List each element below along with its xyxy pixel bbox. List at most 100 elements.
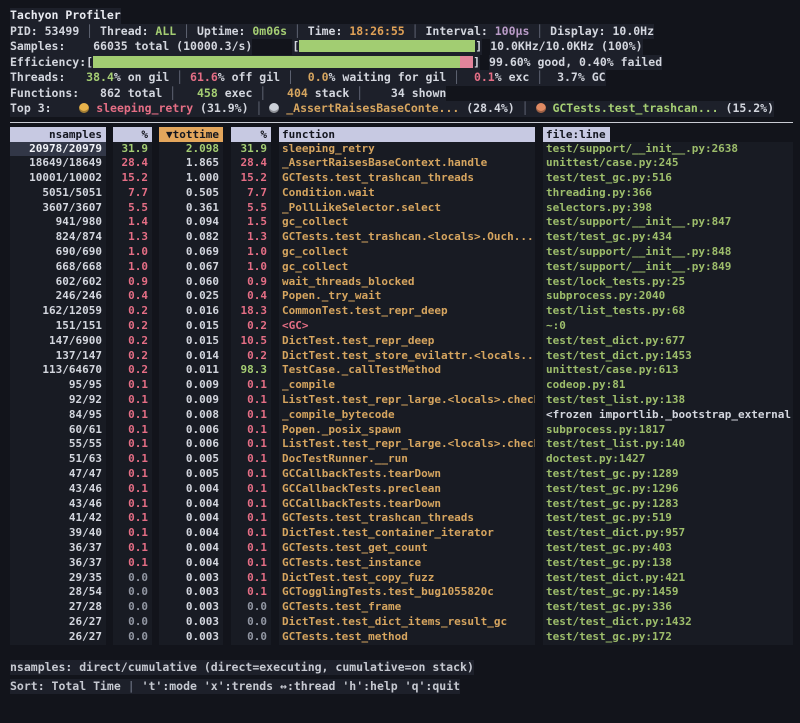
tottime-cell: 0.005 bbox=[159, 467, 223, 482]
table-row[interactable]: 43/460.10.0040.1GCCallbackTests.preclean… bbox=[10, 482, 800, 497]
file-line-cell: test/test_gc.py:1459 bbox=[543, 585, 793, 600]
nsamples-cell: 43/46 bbox=[10, 482, 106, 497]
table-row[interactable]: 26/270.00.0030.0DictTest.test_dict_items… bbox=[10, 615, 800, 630]
column-header-fl[interactable]: file:line bbox=[543, 127, 793, 142]
table-row[interactable]: 113/646700.20.01198.3TestCase._callTestM… bbox=[10, 363, 800, 378]
label: % GC bbox=[578, 70, 606, 84]
direct-pct-cell: 0.1 bbox=[113, 423, 152, 438]
table-row[interactable]: 10001/1000215.21.00015.2GCTests.test_tra… bbox=[10, 171, 800, 186]
functions-status: Functions: 862 total │ 458 exec │ 404 st… bbox=[10, 86, 446, 102]
table-row[interactable]: 147/69000.20.01510.5DictTest.test_repr_d… bbox=[10, 334, 800, 349]
table-row[interactable]: 3607/36075.50.3615.5_PollLikeSelector.se… bbox=[10, 201, 800, 216]
interval-value: 100µs bbox=[495, 24, 530, 38]
table-row[interactable]: 26/270.00.0030.0GCTests.test_methodtest/… bbox=[10, 630, 800, 645]
nsamples-cell: 20978/20979 bbox=[10, 142, 106, 157]
column-header-fn[interactable]: function bbox=[279, 127, 535, 142]
table-row[interactable]: 29/350.00.0030.1DictTest.test_copy_fuzzt… bbox=[10, 571, 800, 586]
status-line-top3: Top 3: sleeping_retry (31.9%) │ _AssertR… bbox=[10, 101, 800, 117]
cumulative-pct-cell: 0.2 bbox=[231, 349, 271, 364]
cumulative-pct-cell: 0.1 bbox=[231, 497, 271, 512]
tottime-cell: 0.004 bbox=[159, 526, 223, 541]
table-row[interactable]: 18649/1864928.41.86528.4_AssertRaisesBas… bbox=[10, 156, 800, 171]
tottime-cell: 0.004 bbox=[159, 497, 223, 512]
file-line-cell: test/test_dict.py:957 bbox=[543, 526, 793, 541]
table-row[interactable]: 92/920.10.0090.1ListTest.test_repr_large… bbox=[10, 393, 800, 408]
cumulative-pct-cell: 1.5 bbox=[231, 215, 271, 230]
direct-pct-cell: 0.0 bbox=[113, 600, 152, 615]
tachyon-profiler-window: Tachyon Profiler PID: 53499 │ Thread: AL… bbox=[0, 0, 800, 723]
table-row[interactable]: 28/540.00.0030.1GCTogglingTests.test_bug… bbox=[10, 585, 800, 600]
nsamples-cell: 18649/18649 bbox=[10, 156, 106, 171]
cumulative-pct-cell: 0.1 bbox=[231, 378, 271, 393]
tottime-cell: 0.003 bbox=[159, 600, 223, 615]
table-row[interactable]: 137/1470.20.0140.2DictTest.test_store_ev… bbox=[10, 349, 800, 364]
function-cell: GCTogglingTests.test_bug1055820c bbox=[279, 585, 535, 600]
column-header-p1[interactable]: % bbox=[113, 127, 152, 142]
file-line-cell: unittest/case.py:245 bbox=[543, 156, 793, 171]
function-cell: ListTest.test_repr_large.<locals>.check bbox=[279, 393, 535, 408]
tottime-cell: 0.025 bbox=[159, 289, 223, 304]
table-row[interactable]: 84/950.10.0080.1_compile_bytecode<frozen… bbox=[10, 408, 800, 423]
column-header-p2[interactable]: % bbox=[231, 127, 271, 142]
table-row[interactable]: 602/6020.90.0600.9wait_threads_blockedte… bbox=[10, 275, 800, 290]
direct-pct-cell: 0.2 bbox=[113, 319, 152, 334]
table-row[interactable]: 668/6681.00.0671.0gc_collecttest/support… bbox=[10, 260, 800, 275]
table-row[interactable]: 43/460.10.0040.1GCCallbackTests.tearDown… bbox=[10, 497, 800, 512]
table-row[interactable]: 41/420.10.0040.1GCTests.test_trashcan_th… bbox=[10, 511, 800, 526]
direct-pct-cell: 0.1 bbox=[113, 511, 152, 526]
table-row[interactable]: 51/630.10.0050.1DocTestRunner.__rundocte… bbox=[10, 452, 800, 467]
direct-pct-cell: 0.1 bbox=[113, 497, 152, 512]
file-line-cell: test/test_gc.py:519 bbox=[543, 511, 793, 526]
file-line-cell: test/test_gc.py:434 bbox=[543, 230, 793, 245]
table-row[interactable]: 36/370.10.0040.1GCTests.test_get_countte… bbox=[10, 541, 800, 556]
threads-status: Threads: 38.4% on gil │ 61.6% off gil │ … bbox=[10, 70, 606, 86]
label: Time: bbox=[308, 24, 350, 38]
cumulative-pct-cell: 0.1 bbox=[231, 393, 271, 408]
table-row[interactable]: 36/370.10.0040.1GCTests.test_instancetes… bbox=[10, 556, 800, 571]
direct-pct-cell: 1.0 bbox=[113, 245, 152, 260]
sorted-column-header-tt[interactable]: ▼tottime bbox=[159, 127, 223, 142]
cumulative-pct-cell: 5.5 bbox=[231, 201, 271, 216]
file-line-cell: test/test_gc.py:138 bbox=[543, 556, 793, 571]
nsamples-cell: 10001/10002 bbox=[10, 171, 106, 186]
cumulative-pct-cell: 31.9 bbox=[231, 142, 271, 157]
status-line-threads: Threads: 38.4% on gil │ 61.6% off gil │ … bbox=[10, 70, 800, 86]
label: ] bbox=[475, 39, 482, 53]
cumulative-pct-cell: 15.2 bbox=[231, 171, 271, 186]
table-row[interactable]: 20978/2097931.92.09831.9sleeping_retryte… bbox=[10, 142, 800, 157]
column-header-ns[interactable]: nsamples bbox=[10, 127, 106, 142]
nsamples-cell: 690/690 bbox=[10, 245, 106, 260]
table-row[interactable]: 47/470.10.0050.1GCCallbackTests.tearDown… bbox=[10, 467, 800, 482]
cumulative-pct-cell: 0.0 bbox=[231, 630, 271, 645]
samples-total: 66035 total (10000.3/s) bbox=[93, 39, 252, 53]
table-body[interactable]: 20978/2097931.92.09831.9sleeping_retryte… bbox=[10, 142, 800, 645]
footer-keys-line: Sort: Total Time | 't':mode 'x':trends ↔… bbox=[10, 677, 800, 696]
efficiency-bar bbox=[93, 56, 473, 68]
function-cell: DictTest.test_container_iterator bbox=[279, 526, 535, 541]
table-row[interactable]: 162/120590.20.01618.3CommonTest.test_rep… bbox=[10, 304, 800, 319]
function-cell: GCCallbackTests.preclean bbox=[279, 482, 535, 497]
table-row[interactable]: 941/9801.40.0941.5gc_collecttest/support… bbox=[10, 215, 800, 230]
label bbox=[363, 86, 391, 100]
nsamples-cell: 151/151 bbox=[10, 319, 106, 334]
function-cell: CommonTest.test_repr_deep bbox=[279, 304, 535, 319]
table-row[interactable]: 690/6901.00.0691.0gc_collecttest/support… bbox=[10, 245, 800, 260]
table-row[interactable]: 60/610.10.0060.1Popen._posix_spawnsubpro… bbox=[10, 423, 800, 438]
table-row[interactable]: 55/550.10.0060.1ListTest.test_repr_large… bbox=[10, 437, 800, 452]
file-line-cell: test/test_dict.py:677 bbox=[543, 334, 793, 349]
label: Threads: bbox=[10, 70, 86, 84]
label: stack bbox=[308, 86, 356, 100]
table-row[interactable]: 27/280.00.0030.0GCTests.test_frametest/t… bbox=[10, 600, 800, 615]
tottime-cell: 0.067 bbox=[159, 260, 223, 275]
table-row[interactable]: 246/2460.40.0250.4Popen._try_waitsubproc… bbox=[10, 289, 800, 304]
app-title: Tachyon Profiler bbox=[10, 8, 121, 24]
table-row[interactable]: 151/1510.20.0150.2<GC>~:0 bbox=[10, 319, 800, 334]
tottime-cell: 0.005 bbox=[159, 452, 223, 467]
direct-pct-cell: 0.1 bbox=[113, 467, 152, 482]
table-row[interactable]: 95/950.10.0090.1_compilecodeop.py:81 bbox=[10, 378, 800, 393]
table-row[interactable]: 5051/50517.70.5057.7Condition.waitthread… bbox=[10, 186, 800, 201]
table-row[interactable]: 824/8741.30.0821.3GCTests.test_trashcan.… bbox=[10, 230, 800, 245]
header-separator bbox=[10, 122, 793, 123]
functions-exec: 458 bbox=[197, 86, 218, 100]
table-row[interactable]: 39/400.10.0040.1DictTest.test_container_… bbox=[10, 526, 800, 541]
